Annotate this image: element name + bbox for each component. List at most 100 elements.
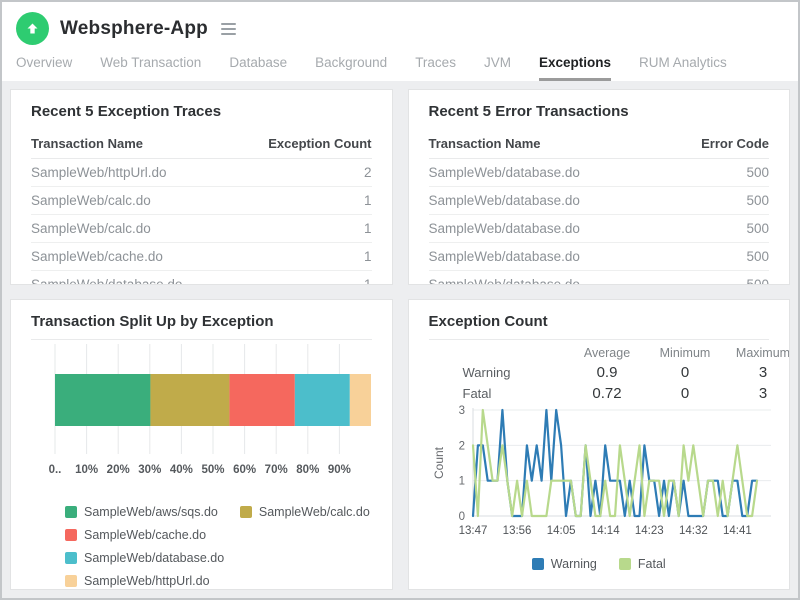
table-header-row: Transaction Name Exception Count [31,129,372,159]
transaction-name-cell: SampleWeb/httpUrl.do [31,159,233,187]
tab-jvm[interactable]: JVM [484,55,511,81]
tab-overview[interactable]: Overview [16,55,72,81]
stats-value: 3 [731,383,790,404]
stats-column-maximum: Maximum [731,340,790,362]
stacked-bar[interactable] [55,374,371,426]
panel-recent-error-transactions: Recent 5 Error Transactions Transaction … [408,89,791,285]
table-row: SampleWeb/database.do500 [429,215,770,243]
exception-traces-table: Transaction Name Exception Count SampleW… [31,129,372,285]
value-cell: 1 [233,243,371,271]
bar-segment-sampleweb-calc-do[interactable] [150,374,229,426]
stats-row-label-fatal: Fatal [429,383,562,404]
arrow-up-icon [25,21,40,36]
tab-traces[interactable]: Traces [415,55,456,81]
legend-item-sampleweb-calc-do[interactable]: SampleWeb/calc.do [240,505,370,519]
legend-item-sampleweb-aws-sqs-do[interactable]: SampleWeb/aws/sqs.do [65,505,218,519]
stats-column-minimum: Minimum [653,340,717,362]
value-cell: 500 [664,243,769,271]
bar-x-tick-label: 90% [328,464,351,476]
column-header-transaction-name: Transaction Name [31,129,233,159]
bar-segment-sampleweb-aws-sqs-do[interactable] [55,374,150,426]
column-header-error-code: Error Code [664,129,769,159]
legend-label: SampleWeb/calc.do [259,505,370,519]
value-cell: 500 [664,215,769,243]
transaction-name-cell: SampleWeb/database.do [429,271,664,286]
table-row: SampleWeb/calc.do1 [31,215,372,243]
legend-label: SampleWeb/aws/sqs.do [84,505,218,519]
table-row: SampleWeb/database.do500 [429,159,770,187]
transaction-name-cell: SampleWeb/database.do [429,159,664,187]
bar-x-tick-label: 40% [170,464,193,476]
legend-label: Fatal [638,557,666,571]
y-tick-label: 2 [458,440,464,452]
panel-title: Recent 5 Exception Traces [31,103,372,129]
table-row: SampleWeb/cache.do1 [31,243,372,271]
exception-count-legend: Warning Fatal [429,557,770,571]
legend-swatch [619,558,631,570]
tab-rum-analytics[interactable]: RUM Analytics [639,55,727,81]
value-cell: 2 [233,159,371,187]
legend-item-sampleweb-httpurl-do[interactable]: SampleWeb/httpUrl.do [65,574,210,588]
transaction-name-cell: SampleWeb/database.do [429,215,664,243]
table-row: SampleWeb/database.do500 [429,243,770,271]
stats-value: 0.9 [575,362,639,383]
page-title: Websphere-App [60,18,208,40]
tab-exceptions[interactable]: Exceptions [539,55,611,81]
transaction-name-cell: SampleWeb/database.do [429,243,664,271]
legend-label: SampleWeb/database.do [84,551,224,565]
legend-label: SampleWeb/httpUrl.do [84,574,210,588]
y-tick-label: 0 [458,511,464,523]
panel-transaction-split: Transaction Split Up by Exception 0..10%… [10,299,393,590]
bar-x-tick-label: 0.. [49,464,62,476]
exception-count-stats: AverageMinimumMaximumWarning0.903Fatal0.… [429,340,791,404]
panel-title: Recent 5 Error Transactions [429,103,770,129]
table-row: SampleWeb/database.do1 [31,271,372,286]
legend-label: Warning [551,557,597,571]
legend-item-sampleweb-cache-do[interactable]: SampleWeb/cache.do [65,528,206,542]
bar-segment-sampleweb-httpurl-do[interactable] [350,374,371,426]
x-tick-label: 14:05 [546,525,575,537]
transaction-name-cell: SampleWeb/cache.do [31,243,233,271]
legend-item-warning[interactable]: Warning [532,557,597,571]
bar-x-tick-label: 20% [107,464,130,476]
stats-value: 0 [653,383,717,404]
legend-swatch [65,552,77,564]
column-header-exception-count: Exception Count [233,129,371,159]
table-row: SampleWeb/database.do500 [429,187,770,215]
x-tick-label: 14:32 [678,525,707,537]
exception-count-chart[interactable]: 0123Count13:4713:5614:0514:1414:2314:321… [429,404,781,550]
app-status-icon [16,12,49,45]
hamburger-icon[interactable] [221,23,236,35]
legend-swatch [65,506,77,518]
tab-database[interactable]: Database [229,55,287,81]
transaction-split-legend: SampleWeb/aws/sqs.do SampleWeb/calc.do Sam… [65,505,372,588]
stats-row-label-warning: Warning [429,362,562,383]
legend-swatch [240,506,252,518]
bar-x-tick-label: 60% [233,464,256,476]
bar-segment-sampleweb-database-do[interactable] [295,374,350,426]
x-tick-label: 13:56 [502,525,531,537]
transaction-split-chart[interactable]: 0..10%20%30%40%50%60%70%80%90% [31,340,385,490]
value-cell: 500 [664,159,769,187]
transaction-name-cell: SampleWeb/calc.do [31,215,233,243]
bar-x-tick-label: 80% [296,464,319,476]
transaction-name-cell: SampleWeb/database.do [429,187,664,215]
legend-item-fatal[interactable]: Fatal [619,557,666,571]
bar-segment-sampleweb-cache-do[interactable] [229,374,294,426]
error-transactions-table: Transaction Name Error Code SampleWeb/da… [429,129,770,285]
tab-web-transaction[interactable]: Web Transaction [100,55,201,81]
dashboard-root: { "header": { "app_title": "Websphere-Ap… [0,0,800,600]
y-tick-label: 1 [458,476,464,488]
tab-background[interactable]: Background [315,55,387,81]
x-tick-label: 14:23 [634,525,663,537]
table-row: SampleWeb/database.do500 [429,271,770,286]
legend-item-sampleweb-database-do[interactable]: SampleWeb/database.do [65,551,224,565]
stats-value: 0 [653,362,717,383]
value-cell: 500 [664,271,769,286]
transaction-name-cell: SampleWeb/calc.do [31,187,233,215]
value-cell: 500 [664,187,769,215]
value-cell: 1 [233,215,371,243]
series-line-fatal[interactable] [473,410,757,516]
legend-swatch [65,529,77,541]
dashboard-content: Recent 5 Exception Traces Transaction Na… [2,81,798,598]
